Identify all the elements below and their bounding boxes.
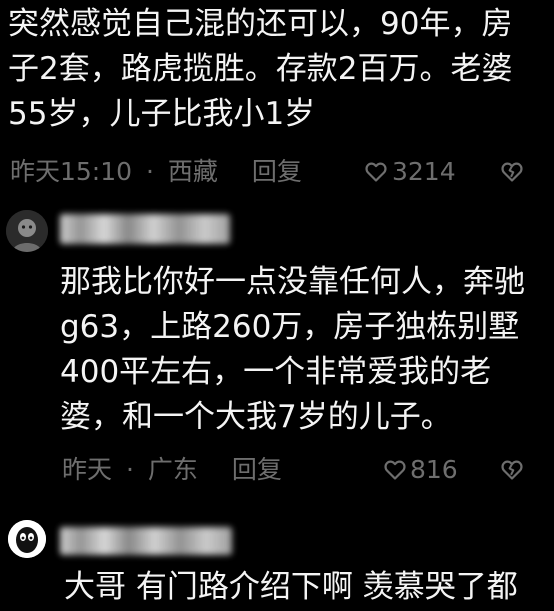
- comment-2-reply-button[interactable]: 回复: [232, 455, 282, 485]
- comment-2-location: 广东: [147, 455, 198, 484]
- broken-heart-icon[interactable]: [500, 458, 524, 482]
- comment-2-text: 那我比你好一点没靠任何人，奔驰g63，上路260万，房子独栋别墅400平左右，一…: [60, 264, 525, 435]
- broken-heart-icon[interactable]: [500, 160, 524, 184]
- like-count: 816: [410, 455, 458, 484]
- blurred-username: [60, 527, 232, 555]
- comment-1-location: 西藏: [167, 157, 218, 186]
- avatar[interactable]: [6, 210, 48, 252]
- meta-dot: ·: [146, 157, 154, 186]
- like-count: 3214: [392, 157, 456, 186]
- comment-2-time: 昨天: [62, 455, 113, 484]
- avatar[interactable]: [8, 520, 46, 558]
- comment-1-meta: 昨天15:10 · 西藏 回复: [10, 157, 540, 187]
- comment-1-text: 突然感觉自己混的还可以，90年，房子2套，路虎揽胜。存款2百万。老婆55岁，儿子…: [8, 6, 513, 132]
- heart-outline-icon[interactable]: [364, 160, 388, 184]
- heart-outline-icon[interactable]: [383, 458, 407, 482]
- meta-dot: ·: [125, 455, 134, 484]
- blurred-username: [60, 214, 230, 244]
- comment-1-reply-button[interactable]: 回复: [252, 157, 302, 187]
- comment-3-text: 大哥 有门路介绍下啊 羡慕哭了都: [64, 569, 518, 605]
- comment-2-meta: 昨天 · 广东 回复: [62, 455, 362, 485]
- comment-1-time: 昨天15:10: [10, 157, 133, 186]
